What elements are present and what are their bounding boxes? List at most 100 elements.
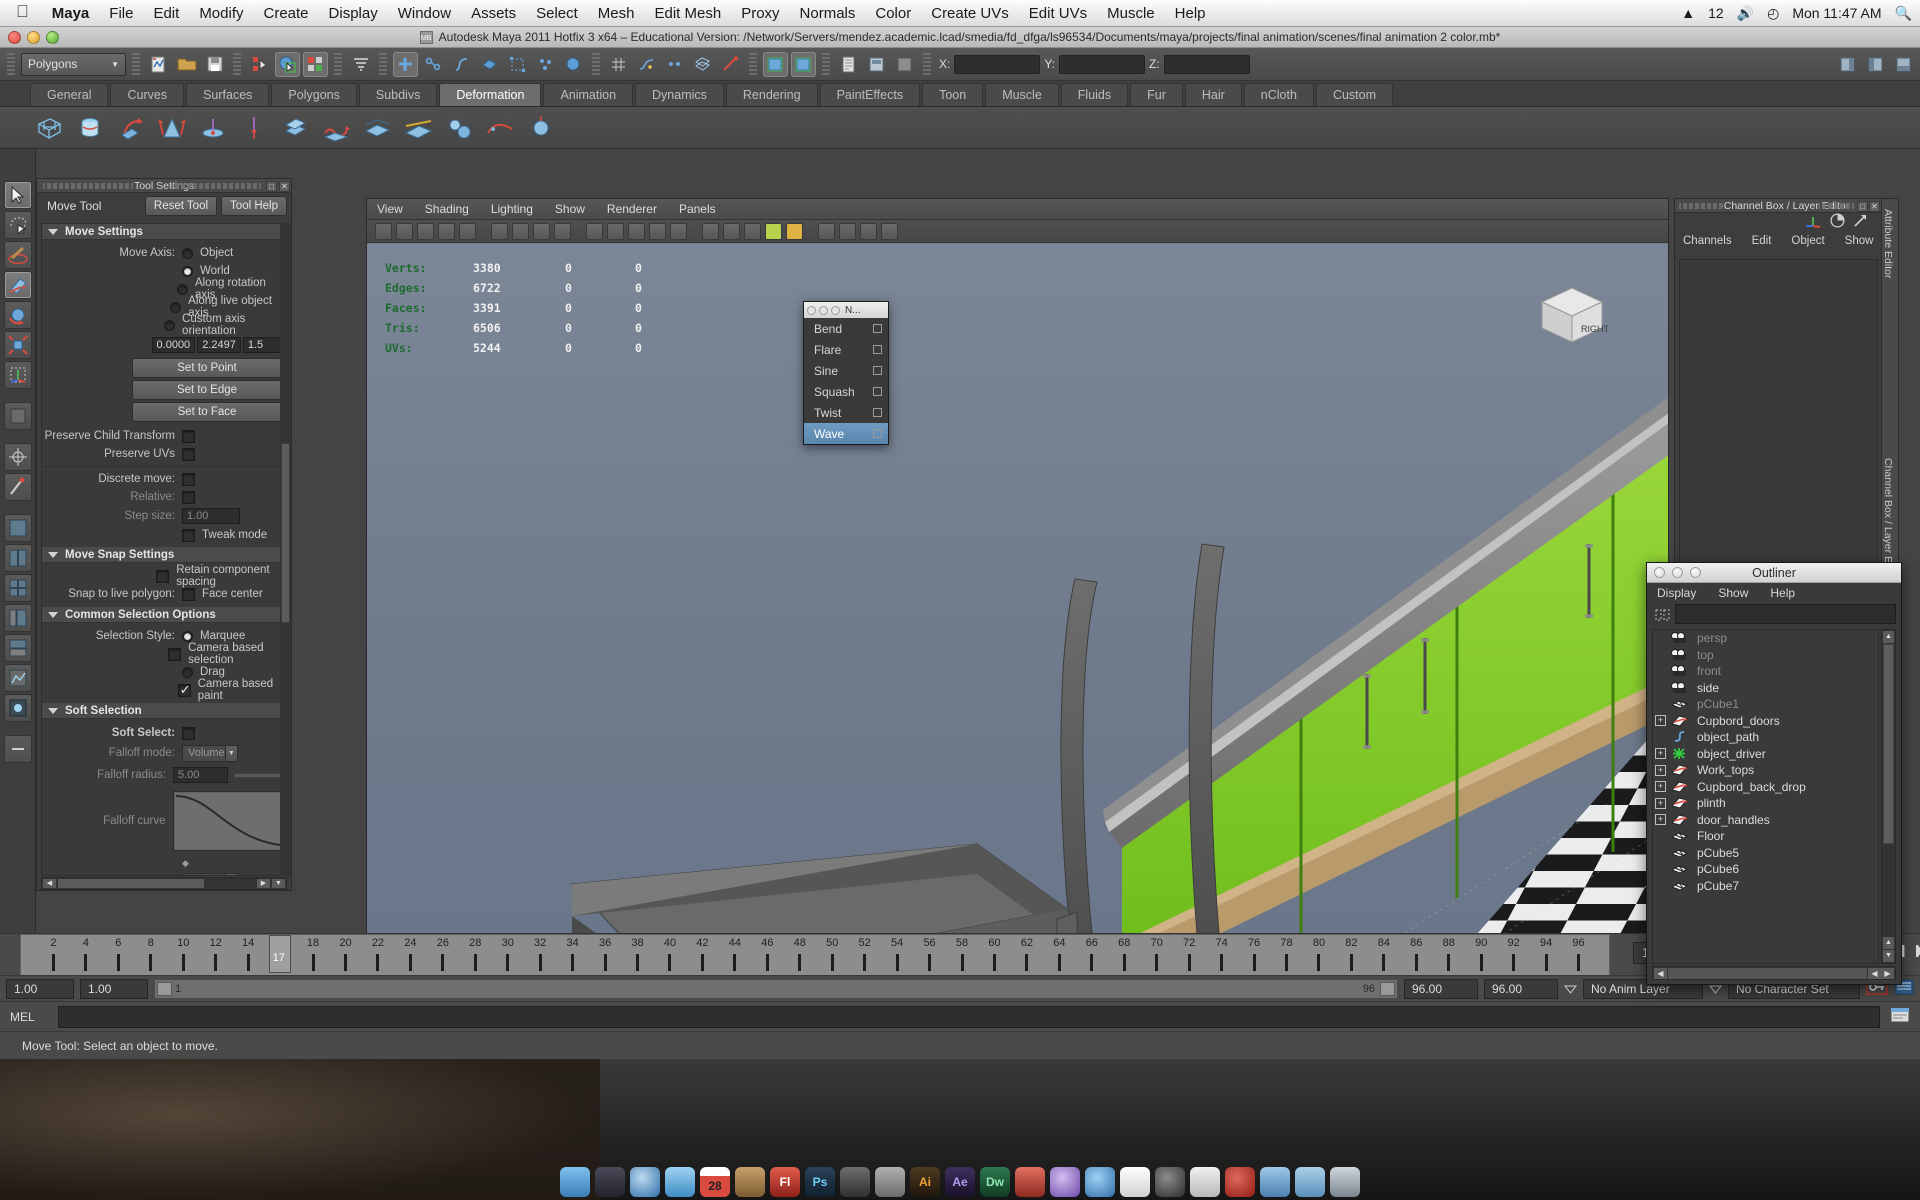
viewport-menu-panels[interactable]: Panels: [679, 202, 716, 216]
popup-item-twist[interactable]: Twist: [804, 402, 888, 423]
outliner-search-input[interactable]: [1675, 604, 1896, 624]
layout-four-panes-icon[interactable]: [3, 574, 32, 602]
radio-object[interactable]: [182, 247, 193, 259]
statusline-sep-8[interactable]: [923, 53, 931, 75]
os-menu-modify[interactable]: Modify: [189, 5, 253, 22]
radio-along-rotation-axis[interactable]: [176, 283, 188, 295]
select-by-deformer-icon[interactable]: [505, 52, 530, 77]
select-by-hierarchy-icon[interactable]: [393, 51, 418, 77]
expand-icon[interactable]: +: [1655, 748, 1666, 760]
addressbook-icon[interactable]: [735, 1167, 765, 1197]
list-item[interactable]: + plinth: [1653, 795, 1878, 812]
isolate-select-icon[interactable]: [818, 222, 835, 240]
appstore-icon[interactable]: [1085, 1167, 1115, 1197]
smooth-shade-icon[interactable]: [607, 222, 624, 240]
search-icon[interactable]: 🔍: [1895, 5, 1912, 22]
show-attribute-editor-icon[interactable]: [864, 52, 889, 77]
statusline-sep-6[interactable]: [749, 53, 757, 75]
rotate-tool-icon[interactable]: [3, 301, 32, 329]
frame-move-snap-settings[interactable]: Move Snap Settings: [42, 547, 286, 563]
snap-tool-icon[interactable]: [3, 473, 32, 501]
snap-grid-icon[interactable]: [606, 52, 631, 77]
outliner-horizontal-scrollbar[interactable]: ◀ ◀ ▶: [1652, 966, 1896, 980]
color-management-icon[interactable]: [786, 222, 803, 240]
acrobat-icon[interactable]: [1225, 1167, 1255, 1197]
transform-x-field[interactable]: [954, 54, 1041, 74]
statusline-sep-1[interactable]: [132, 53, 140, 75]
frame-common-selection-options[interactable]: Common Selection Options: [42, 607, 286, 623]
tweak-mode-checkbox[interactable]: [182, 528, 195, 542]
os-menu-display[interactable]: Display: [319, 5, 388, 22]
shelf-tab-polygons[interactable]: Polygons: [271, 83, 357, 106]
os-menu-edit-mesh[interactable]: Edit Mesh: [644, 5, 731, 22]
cluster-icon[interactable]: [362, 113, 392, 143]
option-box-icon[interactable]: [873, 387, 882, 396]
discrete-move-checkbox[interactable]: [182, 472, 195, 486]
option-box-icon[interactable]: [873, 408, 882, 417]
scroll-thumb[interactable]: [281, 443, 290, 623]
panel-grip-right[interactable]: [1818, 203, 1854, 209]
close-button[interactable]: [8, 31, 21, 44]
shelf-tab-fluids[interactable]: Fluids: [1060, 83, 1129, 106]
scroll-thumb-h[interactable]: [58, 879, 204, 888]
scroll-up-arrow-icon[interactable]: ▲: [1883, 631, 1894, 643]
shelf-tab-toon[interactable]: Toon: [922, 83, 984, 106]
flare-deformer-icon[interactable]: [157, 113, 187, 143]
playhead[interactable]: 17: [268, 935, 291, 973]
snap-view-plane-icon[interactable]: [690, 52, 715, 77]
set-to-face-button[interactable]: Set to Face: [132, 402, 282, 422]
channel-box-menu-edit[interactable]: Edit: [1752, 235, 1772, 247]
popup-close-button[interactable]: [807, 305, 816, 315]
radio-drag[interactable]: [182, 666, 193, 678]
list-item[interactable]: + door_handles: [1653, 812, 1878, 829]
outliner-menu-help[interactable]: Help: [1770, 586, 1795, 600]
outliner-tree[interactable]: persp top front side pCube1 + Cupbord_do…: [1652, 629, 1879, 964]
viewport-menu-shading[interactable]: Shading: [425, 202, 469, 216]
snap-curve-icon[interactable]: [634, 52, 659, 77]
layout-single-icon[interactable]: [3, 514, 32, 542]
new-scene-icon[interactable]: [146, 52, 171, 77]
textured-icon[interactable]: [649, 222, 666, 240]
shelf-tab-fur[interactable]: Fur: [1130, 83, 1183, 106]
statusline-sep-7[interactable]: [822, 53, 830, 75]
channel-box-menu-object[interactable]: Object: [1791, 235, 1824, 247]
pivot-tool-icon[interactable]: [3, 443, 32, 471]
shelf-tab-general[interactable]: General: [30, 83, 109, 106]
relative-checkbox[interactable]: [182, 490, 195, 504]
squash-deformer-icon[interactable]: [239, 113, 269, 143]
window-controls[interactable]: [8, 31, 59, 44]
output-connections-icon[interactable]: [791, 51, 816, 77]
face-center-checkbox[interactable]: [182, 587, 195, 601]
image-plane-icon[interactable]: [459, 222, 476, 240]
scroll-end-arrow-icon[interactable]: ▼: [272, 879, 285, 888]
layout-hypergraph-icon[interactable]: [3, 634, 32, 662]
xray-icon[interactable]: [702, 222, 719, 240]
os-menu-color[interactable]: Color: [865, 5, 921, 22]
shelf-tab-dynamics[interactable]: Dynamics: [635, 83, 724, 106]
layout-persp-outliner-icon[interactable]: [3, 604, 32, 632]
viewport-menu-view[interactable]: View: [377, 202, 403, 216]
twosided-lighting-icon[interactable]: [491, 222, 508, 240]
transform-y-field[interactable]: [1059, 54, 1146, 74]
animation-end-time-field[interactable]: 96.00: [1484, 978, 1558, 999]
layout-graph-editor-icon[interactable]: [3, 664, 32, 692]
blendshape-icon[interactable]: [444, 113, 474, 143]
documents-icon[interactable]: [1295, 1167, 1325, 1197]
generic-app-icon[interactable]: [875, 1167, 905, 1197]
list-item[interactable]: front: [1653, 663, 1878, 680]
last-tool-icon[interactable]: [3, 402, 32, 430]
popup-zoom-button[interactable]: [831, 305, 840, 315]
os-menu-mesh[interactable]: Mesh: [588, 5, 645, 22]
show-tool-settings-icon[interactable]: [892, 52, 917, 77]
snap-point-icon[interactable]: [662, 52, 687, 77]
photoshop-icon[interactable]: Ps: [805, 1167, 835, 1197]
list-item[interactable]: pCube1: [1653, 696, 1878, 713]
radio-world[interactable]: [182, 265, 193, 277]
hscroll-prev-arrow-icon[interactable]: ◀: [1868, 967, 1881, 979]
safari-icon[interactable]: [630, 1167, 660, 1197]
frame-move-settings[interactable]: Move Settings: [42, 224, 286, 240]
retain-component-checkbox[interactable]: [156, 569, 170, 583]
os-menu-edit[interactable]: Edit: [143, 5, 189, 22]
outliner-close-button[interactable]: [1654, 567, 1665, 578]
scroll-left-arrow-icon[interactable]: ◀: [43, 879, 56, 888]
